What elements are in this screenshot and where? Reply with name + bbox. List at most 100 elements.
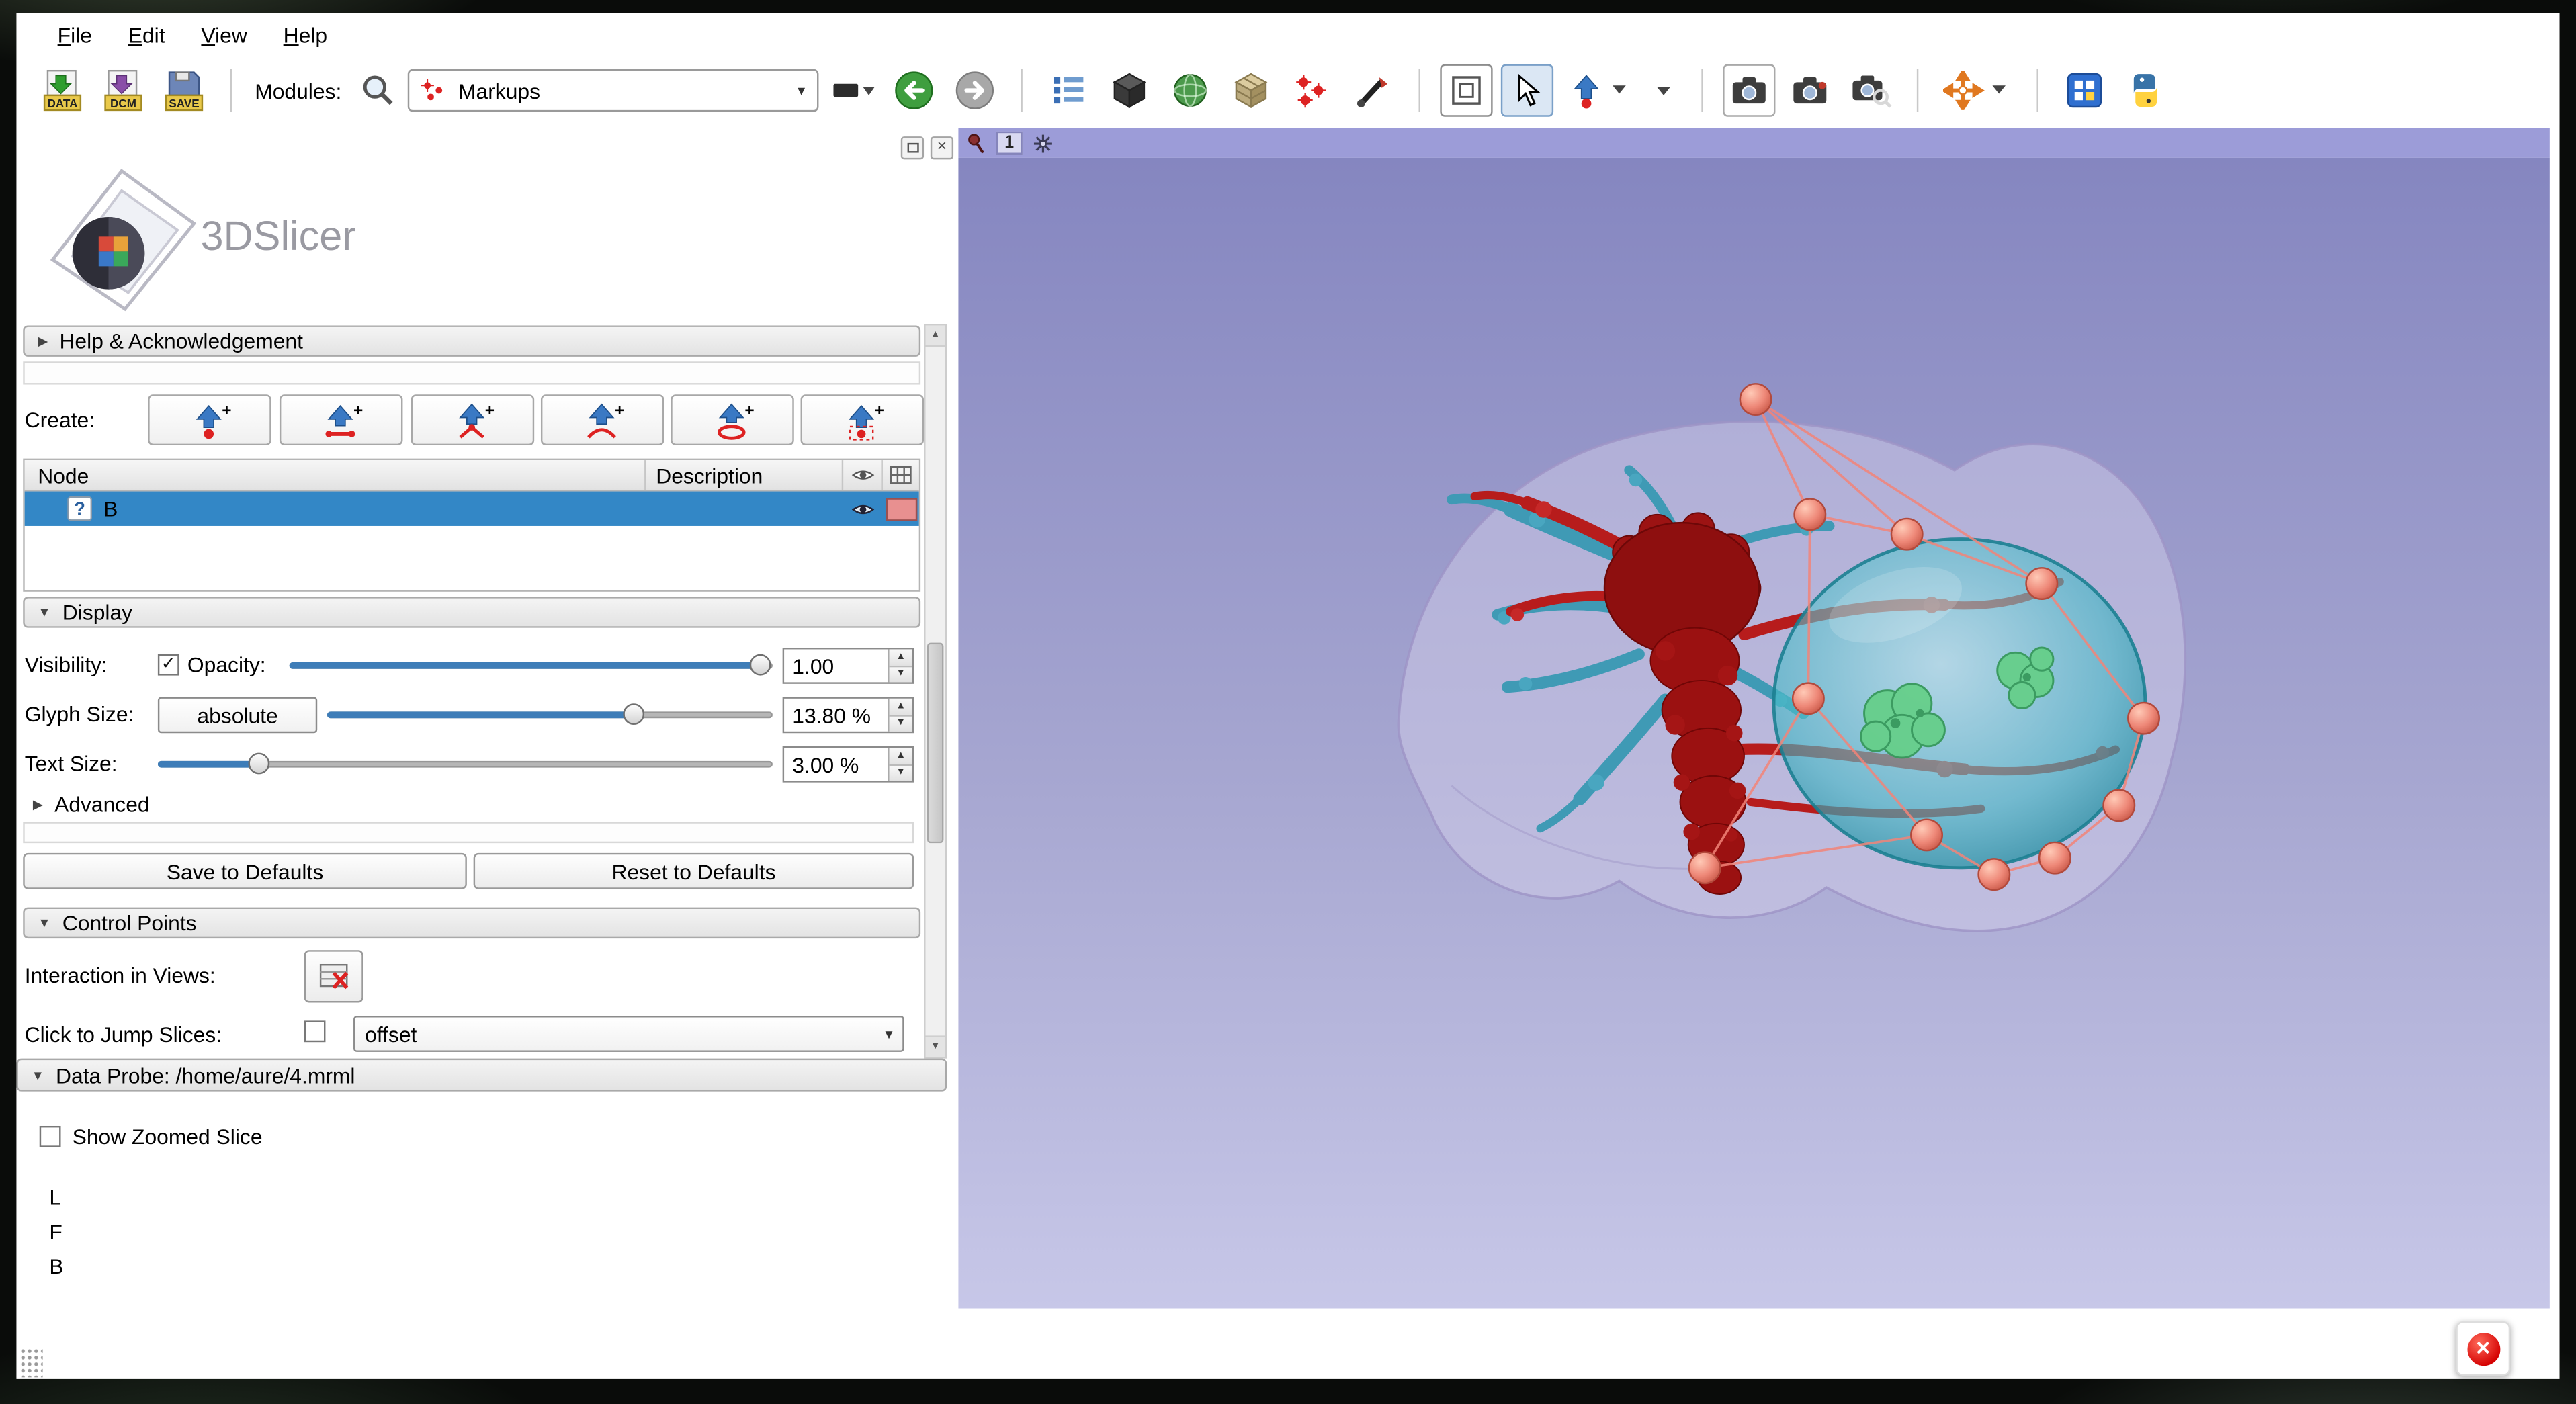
- text-size-value: 3.00 %: [784, 748, 888, 781]
- glyph-size-mode-combo[interactable]: absolute: [158, 697, 317, 733]
- control-point[interactable]: [2128, 703, 2159, 734]
- scene-views-button[interactable]: [1783, 64, 1836, 116]
- spin-down-button[interactable]: ▼: [890, 665, 912, 683]
- section-data-probe[interactable]: ▼ Data Probe: /home/aure/4.mrml: [16, 1059, 947, 1092]
- control-point[interactable]: [2104, 790, 2135, 821]
- reset-to-defaults-button[interactable]: Reset to Defaults: [474, 853, 914, 889]
- threed-viewport[interactable]: [958, 158, 2549, 1309]
- crosshair-button[interactable]: [1938, 64, 2016, 116]
- create-point-button[interactable]: +: [148, 394, 271, 445]
- markups-module-button[interactable]: [1285, 64, 1338, 116]
- scroll-down-button[interactable]: ▼: [925, 1035, 945, 1057]
- section-advanced[interactable]: ▶ Advanced: [33, 792, 150, 817]
- history-forward-button[interactable]: [948, 64, 1000, 116]
- section-display[interactable]: ▼ Display: [23, 597, 920, 627]
- pin-icon[interactable]: [967, 132, 986, 154]
- spin-down-button[interactable]: ▼: [890, 714, 912, 732]
- panel-float-button[interactable]: [901, 136, 924, 159]
- volumes-module-button[interactable]: [1224, 64, 1277, 116]
- control-point[interactable]: [2026, 568, 2057, 599]
- python-console-button[interactable]: [2118, 64, 2171, 116]
- screen-capture-button[interactable]: [1440, 64, 1492, 116]
- volume-rendering-module-button[interactable]: [1103, 64, 1155, 116]
- column-node[interactable]: Node: [25, 460, 646, 490]
- error-dismiss-button[interactable]: ×: [2456, 1321, 2510, 1376]
- scrollbar-thumb[interactable]: [927, 643, 943, 843]
- control-point[interactable]: [1795, 499, 1826, 530]
- load-dicom-button[interactable]: DCM: [97, 64, 149, 116]
- save-to-defaults-button[interactable]: Save to Defaults: [23, 853, 467, 889]
- place-options-dropdown[interactable]: [1645, 64, 1682, 116]
- text-size-slider-handle[interactable]: [248, 753, 269, 775]
- spin-up-button[interactable]: ▲: [890, 649, 912, 664]
- visibility-checkbox[interactable]: ✓: [158, 654, 179, 676]
- models-module-button[interactable]: [1164, 64, 1216, 116]
- section-help-acknowledgement[interactable]: ▶ Help & Acknowledgement: [23, 325, 920, 356]
- jump-slices-checkbox[interactable]: [304, 1020, 326, 1042]
- layout-selector-button[interactable]: [1042, 64, 1094, 116]
- section-control-points[interactable]: ▼ Control Points: [23, 908, 920, 938]
- save-button[interactable]: SAVE: [158, 64, 210, 116]
- opacity-slider-handle[interactable]: [750, 654, 771, 676]
- screenshot-button[interactable]: [1723, 64, 1775, 116]
- load-data-button[interactable]: DATA: [36, 64, 89, 116]
- control-point[interactable]: [1740, 384, 1771, 414]
- glyph-size-spinbox[interactable]: 13.80 % ▲▼: [783, 697, 914, 733]
- menu-view[interactable]: View: [183, 15, 265, 53]
- text-size-slider[interactable]: [158, 746, 773, 783]
- spin-up-button[interactable]: ▲: [890, 699, 912, 714]
- jump-mode-combo[interactable]: offset ▾: [353, 1016, 904, 1052]
- node-color-swatch[interactable]: [886, 497, 916, 520]
- svg-text:3DSlicer: 3DSlicer: [200, 213, 355, 259]
- show-zoomed-slice-checkbox[interactable]: [40, 1126, 61, 1147]
- control-point[interactable]: [1979, 859, 2010, 889]
- column-visibility[interactable]: [843, 460, 883, 490]
- menu-edit[interactable]: Edit: [110, 15, 183, 53]
- column-description[interactable]: Description: [646, 460, 844, 490]
- interaction-mode-button[interactable]: [1500, 64, 1553, 116]
- panel-scrollbar[interactable]: ▲ ▼: [924, 324, 947, 1059]
- expanded-triangle-icon: ▼: [38, 916, 50, 930]
- spin-up-button[interactable]: ▲: [890, 748, 912, 763]
- create-angle-button[interactable]: +: [411, 394, 535, 445]
- create-line-button[interactable]: +: [280, 394, 403, 445]
- spin-down-button[interactable]: ▼: [890, 763, 912, 781]
- glyph-size-mode-value: absolute: [197, 703, 277, 728]
- module-search-button[interactable]: [356, 64, 399, 116]
- text-size-spinbox[interactable]: 3.00 % ▲▼: [783, 746, 914, 783]
- control-point[interactable]: [1689, 852, 1720, 883]
- view-header-bar[interactable]: 1: [958, 128, 2549, 158]
- create-open-curve-button[interactable]: +: [541, 394, 664, 445]
- glyph-size-slider-handle[interactable]: [623, 703, 644, 725]
- module-history-button[interactable]: [826, 64, 879, 116]
- markup-node-table: Node Description ? B: [23, 459, 920, 592]
- opacity-slider[interactable]: [290, 648, 773, 684]
- control-point[interactable]: [1891, 519, 1922, 550]
- control-point[interactable]: [1793, 683, 1823, 714]
- node-visibility-toggle[interactable]: [843, 500, 883, 517]
- place-markup-button[interactable]: [1561, 64, 1637, 116]
- view-options-star-icon[interactable]: [1033, 132, 1054, 154]
- capture-view-button[interactable]: [1844, 64, 1897, 116]
- control-point[interactable]: [1911, 820, 1942, 850]
- interaction-in-views-button[interactable]: [304, 950, 363, 1002]
- interaction-in-views-label: Interaction in Views:: [25, 963, 216, 988]
- toolbar-separator: [230, 69, 232, 112]
- resize-grip[interactable]: [19, 1348, 42, 1377]
- opacity-spinbox[interactable]: 1.00 ▲▼: [783, 648, 914, 684]
- scroll-up-button[interactable]: ▲: [925, 325, 945, 347]
- control-point[interactable]: [2039, 842, 2070, 873]
- module-selector[interactable]: Markups ▾: [407, 69, 818, 112]
- history-back-button[interactable]: [888, 64, 940, 116]
- column-settings[interactable]: [883, 460, 919, 490]
- node-row-B[interactable]: ? B: [25, 492, 919, 526]
- segment-editor-module-button[interactable]: [1346, 64, 1398, 116]
- create-closed-curve-button[interactable]: +: [671, 394, 794, 445]
- panel-close-button[interactable]: ×: [931, 136, 953, 159]
- glyph-size-slider[interactable]: [327, 697, 773, 733]
- view-label: 1: [996, 132, 1023, 155]
- create-roi-button[interactable]: +: [801, 394, 925, 445]
- menu-help[interactable]: Help: [265, 15, 345, 53]
- extensions-manager-button[interactable]: [2058, 64, 2110, 116]
- menu-file[interactable]: File: [40, 15, 110, 53]
